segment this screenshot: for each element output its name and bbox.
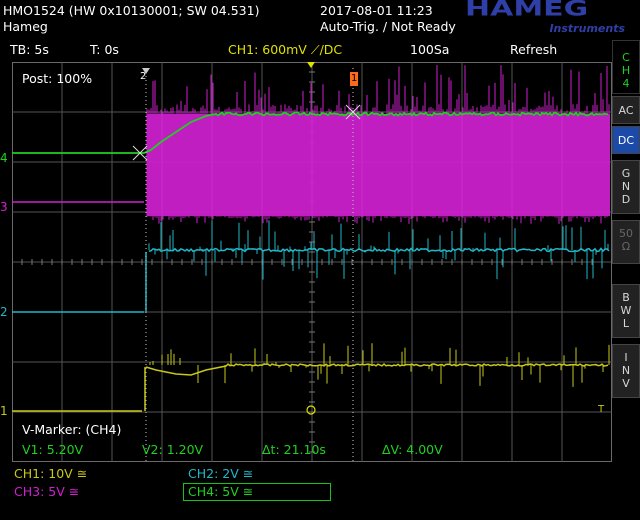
device-name: Hameg bbox=[3, 19, 48, 34]
ch1-level-marker[interactable]: 1 bbox=[0, 404, 8, 418]
ch2-trace-after bbox=[145, 220, 610, 312]
timestamp: 2017-08-01 11:23 bbox=[320, 3, 433, 18]
ch1-trace-after bbox=[144, 343, 610, 411]
ch2-setting[interactable]: CH2: 2V ≅ bbox=[188, 467, 253, 481]
trigger-position-icon[interactable] bbox=[307, 62, 315, 68]
delta-t-readout: Δt: 21.10s bbox=[262, 442, 326, 457]
trigger-level-marker[interactable]: T bbox=[598, 404, 604, 415]
trigger-setting[interactable]: CH1: 600mV ⟋/DC bbox=[228, 43, 342, 57]
status-bar: TB: 5s T: 0s CH1: 600mV ⟋/DC 100Sa Refre… bbox=[0, 40, 612, 62]
marker-2-label: 2 bbox=[140, 71, 147, 82]
trigger-state: Auto-Trig. / Not Ready bbox=[320, 19, 456, 34]
ch4-level-marker[interactable]: 4 bbox=[0, 151, 8, 165]
ch3-level-marker[interactable]: 3 bbox=[0, 200, 8, 214]
delta-v-readout: ΔV: 4.00V bbox=[382, 442, 443, 457]
marker-1-label: 1 bbox=[350, 72, 359, 86]
gnd-button[interactable]: GND bbox=[612, 160, 640, 214]
device-info: HMO1524 (HW 0x10130001; SW 04.531) bbox=[3, 3, 260, 18]
bwl-button[interactable]: BWL bbox=[612, 284, 640, 338]
timebase[interactable]: TB: 5s bbox=[10, 43, 49, 57]
ch4-setting[interactable]: CH4: 5V ≅ bbox=[188, 485, 253, 499]
time-offset[interactable]: T: 0s bbox=[90, 43, 119, 57]
vmarker-title: V-Marker: (CH4) bbox=[22, 422, 122, 437]
ch2-level-marker[interactable]: 2 bbox=[0, 305, 8, 319]
hameg-logo: HAMEG Instruments bbox=[465, 0, 625, 35]
v2-readout: V2: 1.20V bbox=[142, 442, 204, 457]
sample-count: 100Sa bbox=[410, 42, 450, 57]
dc-coupling-button[interactable]: DC bbox=[612, 126, 640, 154]
50-ohm-button[interactable]: 50 Ω bbox=[612, 220, 640, 264]
channel-sidebar: CH4 AC DC GND 50 Ω BWL INV bbox=[612, 40, 640, 520]
inv-button[interactable]: INV bbox=[612, 344, 640, 398]
channel-label: CH4 bbox=[612, 40, 640, 94]
waveforms bbox=[12, 65, 610, 412]
ch3-noise-band bbox=[146, 65, 610, 224]
trigger-point-icon bbox=[306, 405, 316, 415]
scope-display[interactable] bbox=[12, 62, 612, 462]
post-trigger-label: Post: 100% bbox=[22, 71, 93, 86]
ch3-setting[interactable]: CH3: 5V ≅ bbox=[14, 485, 79, 499]
ch1-setting[interactable]: CH1: 10V ≅ bbox=[14, 467, 87, 481]
acquisition-mode[interactable]: Refresh bbox=[510, 43, 557, 57]
v1-readout: V1: 5.20V bbox=[22, 442, 84, 457]
ac-coupling-button[interactable]: AC bbox=[612, 96, 640, 124]
